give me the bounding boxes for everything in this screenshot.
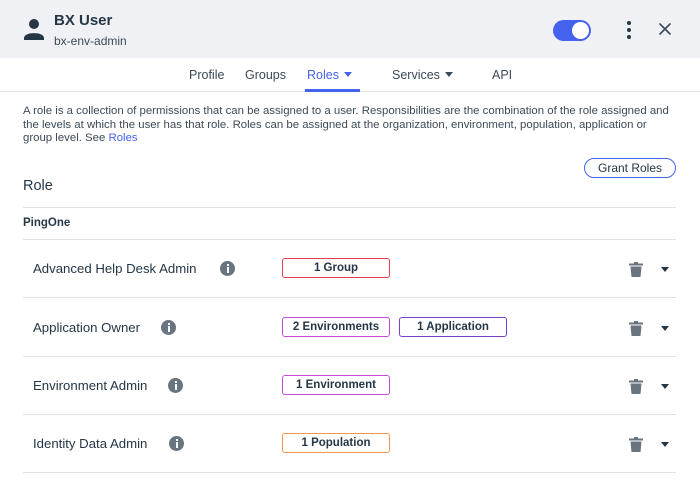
role-scope-badge[interactable]: 1 Environment [282,375,390,395]
tab-label: Roles [307,68,339,82]
info-icon[interactable] [168,378,183,393]
kebab-icon[interactable] [620,18,638,42]
chevron-down-icon[interactable] [661,326,669,331]
trash-icon[interactable] [629,321,643,336]
chevron-down-icon[interactable] [661,384,669,389]
tab-services[interactable]: Services [392,68,453,82]
grant-roles-button[interactable]: Grant Roles [584,158,676,178]
roles-link[interactable]: Roles [109,132,138,144]
trash-icon[interactable] [629,379,643,394]
user-enabled-toggle[interactable] [553,20,591,41]
chevron-down-icon[interactable] [661,442,669,447]
roles-description: A role is a collection of permissions th… [23,105,678,146]
caret-down-icon [444,72,453,77]
role-row: Advanced Help Desk Admin 1 Group [23,240,676,298]
toggle-knob [572,22,589,39]
tab-roles[interactable]: Roles [307,68,352,82]
role-name: Application Owner [33,320,141,335]
person-icon [24,19,44,40]
role-scope-badge[interactable]: 1 Group [282,258,390,278]
role-scope-badge[interactable]: 2 Environments [282,317,390,337]
info-icon[interactable] [161,320,176,335]
role-heading: Role [23,178,53,194]
info-icon[interactable] [169,436,184,451]
tab-api[interactable]: API [492,68,512,82]
trash-icon[interactable] [629,262,643,277]
tab-bar: Profile Groups Roles Services API [0,58,700,92]
role-row: Identity Data Admin 1 Population [23,415,676,473]
tab-label: Services [392,68,440,82]
divider [23,207,676,208]
info-icon[interactable] [220,261,235,276]
user-name: BX User [54,12,113,29]
user-header: BX User bx-env-admin [0,0,700,58]
caret-down-icon [343,72,352,77]
role-name: Advanced Help Desk Admin [33,261,197,276]
tab-label: Groups [245,68,286,82]
chevron-down-icon[interactable] [661,267,669,272]
section-title: PingOne [23,217,71,229]
tab-groups[interactable]: Groups [245,68,286,82]
user-id: bx-env-admin [54,34,127,48]
tab-label: Profile [189,68,225,82]
close-icon[interactable] [655,19,675,39]
role-row: Application Owner 2 Environments 1 Appli… [23,299,676,357]
role-name: Identity Data Admin [33,436,148,451]
tab-label: API [492,68,513,82]
role-row: Environment Admin 1 Environment [23,357,676,415]
role-name: Environment Admin [33,378,148,393]
tab-profile[interactable]: Profile [189,68,224,82]
role-scope-badge[interactable]: 1 Population [282,433,390,453]
trash-icon[interactable] [629,437,643,452]
active-tab-indicator [305,89,360,92]
role-scope-badge[interactable]: 1 Application [399,317,507,337]
